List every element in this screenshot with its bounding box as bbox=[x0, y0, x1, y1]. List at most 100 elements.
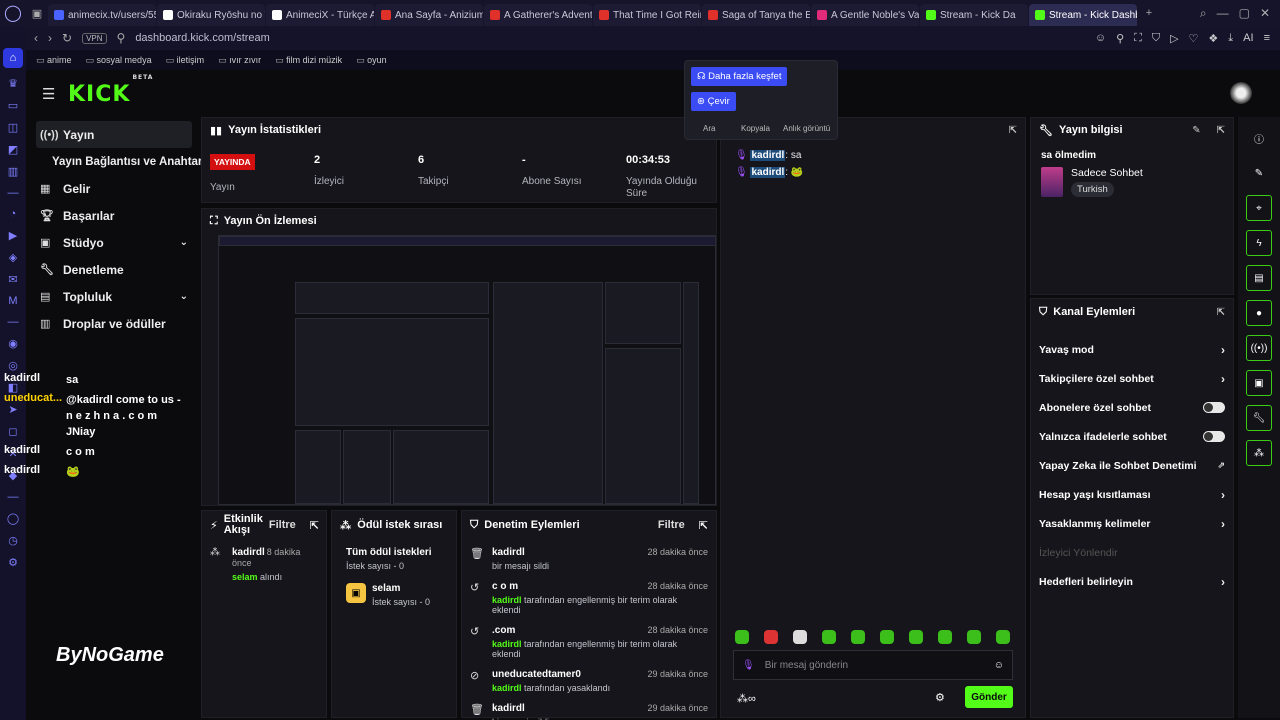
browser-tab[interactable]: A Gatherer's Adventu bbox=[484, 4, 592, 26]
channel-points-icon[interactable]: ⁂∞ bbox=[737, 692, 756, 705]
bookmark-folder[interactable]: oyun bbox=[356, 55, 387, 66]
nav-item-topluluk[interactable]: ▤ Topluluk ⌄ bbox=[36, 283, 192, 310]
all-rewards-link[interactable]: Tüm ödül istekleri bbox=[346, 547, 442, 558]
vpn-badge[interactable]: VPN bbox=[82, 32, 107, 44]
shield-icon[interactable]: ⛉ bbox=[1152, 32, 1160, 45]
search-option[interactable]: Ara bbox=[703, 124, 715, 133]
sidebar-crown-icon[interactable]: ♛ bbox=[8, 77, 18, 90]
browser-tab[interactable]: Okiraku Ryōshu no T bbox=[157, 4, 265, 26]
sidebar-settings-icon[interactable]: ⚙ bbox=[8, 556, 18, 569]
kick-logo[interactable]: KICKBETA bbox=[68, 74, 153, 107]
emoji-picker-icon[interactable]: ☺ bbox=[994, 660, 1004, 671]
pin-icon[interactable]: ⚲ bbox=[1116, 32, 1124, 45]
popout-icon[interactable]: ⇱ bbox=[699, 519, 708, 532]
nav-item-yayin[interactable]: ((•)) Yayın bbox=[36, 121, 192, 148]
chat-username[interactable]: kadirdl bbox=[750, 150, 786, 161]
chat-bubble-icon[interactable]: ● bbox=[1246, 300, 1272, 326]
nav-item-denetleme[interactable]: 🔧︎ Denetleme bbox=[36, 256, 192, 283]
filter-button[interactable]: Filtre bbox=[269, 519, 296, 531]
chat-message[interactable]: 🎙︎ kadirdl: sa bbox=[721, 150, 1025, 161]
heart-icon[interactable]: ♡ bbox=[1189, 32, 1199, 45]
sidebar-messenger-icon[interactable]: ◎ bbox=[8, 359, 18, 372]
moderation-row[interactable]: ⊘ uneducatedtamer0 29 dakika önce kadirdl t… bbox=[462, 669, 716, 693]
emote-icon[interactable] bbox=[996, 630, 1010, 644]
subs-only-toggle[interactable] bbox=[1203, 402, 1225, 413]
emote-icon[interactable] bbox=[764, 630, 778, 644]
info-icon[interactable]: ⓘ bbox=[1246, 125, 1272, 151]
chat-settings-icon[interactable]: ⚙ bbox=[935, 691, 945, 704]
stream-preview-video[interactable] bbox=[218, 235, 716, 505]
edit-icon[interactable]: ✎ bbox=[1246, 160, 1272, 186]
back-icon[interactable]: ‹ bbox=[34, 31, 38, 45]
banned-words-row[interactable]: Yasaklanmış kelimeler › bbox=[1031, 509, 1233, 538]
dots-icon[interactable]: ⁂ bbox=[1246, 440, 1272, 466]
hamburger-menu-icon[interactable]: ☰ bbox=[42, 85, 55, 103]
moderation-row[interactable]: ↺ c o m 28 dakika önce kadirdl tarafından e… bbox=[462, 581, 716, 615]
sidebar-video-icon[interactable]: ▶ bbox=[9, 229, 17, 242]
emote-icon[interactable] bbox=[909, 630, 923, 644]
filter-button[interactable]: Filtre bbox=[658, 519, 685, 531]
sidebar-game-icon[interactable]: ◫ bbox=[8, 121, 18, 134]
browser-tab[interactable]: Saga of Tanya the E bbox=[702, 4, 810, 26]
slow-mode-row[interactable]: Yavaş mod › bbox=[1031, 335, 1233, 364]
broadcast-icon[interactable]: ((•)) bbox=[1246, 335, 1272, 361]
bookmark-folder[interactable]: anime bbox=[36, 55, 72, 66]
sidebar-chat-icon[interactable]: ◯ bbox=[7, 512, 19, 525]
nav-item-gelir[interactable]: ▦ Gelir bbox=[36, 175, 192, 202]
sidebar-music-icon[interactable]: ◩ bbox=[8, 143, 18, 156]
emote-icon[interactable] bbox=[967, 630, 981, 644]
browser-tab[interactable]: AnimeciX - Türkçe Ar bbox=[266, 4, 374, 26]
sidebar-discord-icon[interactable]: ◉ bbox=[8, 337, 18, 350]
emote-icon[interactable] bbox=[735, 630, 749, 644]
browser-tab[interactable]: A Gentle Noble's Vac bbox=[811, 4, 919, 26]
ai-icon[interactable]: AI bbox=[1243, 32, 1253, 45]
forward-icon[interactable]: › bbox=[48, 31, 52, 45]
sidebar-mail-icon[interactable]: ✉ bbox=[8, 273, 17, 286]
ai-moderation-row[interactable]: Yapay Zeka ile Sohbet Denetimi ⇗ bbox=[1031, 451, 1233, 480]
bookmark-folder[interactable]: iletişim bbox=[166, 55, 205, 66]
edit-icon[interactable]: ✎ bbox=[1192, 125, 1200, 136]
moderation-row[interactable]: 🗑︎kadirdl29 dakika öncebir mesajı sildi bbox=[462, 703, 716, 720]
bookmark-folder[interactable]: sosyal medya bbox=[86, 55, 152, 66]
emote-icon[interactable] bbox=[793, 630, 807, 644]
popout-icon[interactable]: ⇱ bbox=[1217, 125, 1225, 136]
sidebar-m-icon[interactable]: M bbox=[8, 295, 17, 307]
opera-logo-icon[interactable]: ◯ bbox=[0, 0, 26, 26]
sidebar-ai-icon[interactable]: ◔ bbox=[10, 208, 17, 220]
layout-icon[interactable]: ▣ bbox=[1246, 370, 1272, 396]
followers-only-row[interactable]: Takipçilere özel sohbet › bbox=[1031, 364, 1233, 393]
avatar[interactable] bbox=[1230, 82, 1252, 104]
sidebar-social-icon[interactable]: ◈ bbox=[9, 251, 17, 264]
browser-tab[interactable]: Ana Sayfa - Anizium bbox=[375, 4, 483, 26]
emote-icon[interactable] bbox=[822, 630, 836, 644]
chat-message[interactable]: 🎙︎ kadirdl: 🐸 bbox=[721, 167, 1025, 178]
snapshot-option[interactable]: Anlık görüntü bbox=[783, 124, 830, 133]
send-button[interactable]: Gönder bbox=[965, 686, 1013, 708]
emoji-icon[interactable]: ☺ bbox=[1095, 32, 1106, 45]
popout-icon[interactable]: ⇱ bbox=[1009, 125, 1017, 136]
extensions-icon[interactable]: ❖ bbox=[1208, 32, 1218, 45]
browser-tab[interactable]: animecix.tv/users/55 bbox=[48, 4, 156, 26]
nav-item-yayin-baglantisi[interactable]: Yayın Bağlantısı ve Anahtarı bbox=[36, 148, 206, 175]
copy-option[interactable]: Kopyala bbox=[741, 124, 770, 133]
moderation-row[interactable]: 🗑︎ kadirdl 28 dakika önce bir mesajı sildi bbox=[462, 547, 716, 571]
activity-row[interactable]: ⁂ kadirdl 8 dakika önce selam alındı bbox=[202, 547, 326, 582]
search-tabs-icon[interactable]: ⌕ bbox=[1200, 6, 1207, 21]
nav-item-studyo[interactable]: ▣ Stüdyo ⌄ bbox=[36, 229, 192, 256]
snapshot-icon[interactable]: ⛶ bbox=[1134, 32, 1142, 45]
browser-tab[interactable]: Stream - Kick Da bbox=[920, 4, 1028, 26]
browser-tab[interactable]: That Time I Got Reinc bbox=[593, 4, 701, 26]
site-info-icon[interactable]: ⚲ bbox=[117, 31, 126, 45]
menu-icon[interactable]: ≡ bbox=[1264, 32, 1270, 45]
emote-icon[interactable] bbox=[851, 630, 865, 644]
bookmark-folder[interactable]: ıvır zıvır bbox=[218, 55, 261, 66]
nav-item-droplar[interactable]: ▥ Droplar ve ödüller bbox=[36, 310, 192, 337]
emote-icon[interactable] bbox=[938, 630, 952, 644]
notes-icon[interactable]: ▤ bbox=[1246, 265, 1272, 291]
sidebar-tv-icon[interactable]: ▭ bbox=[8, 99, 18, 112]
age-restriction-row[interactable]: Hesap yaşı kısıtlaması › bbox=[1031, 480, 1233, 509]
moderation-row[interactable]: ↺ .com 28 dakika önce kadirdl tarafından en… bbox=[462, 625, 716, 659]
maximize-icon[interactable]: ▢ bbox=[1239, 6, 1250, 21]
raid-icon[interactable]: ⌖ bbox=[1246, 195, 1272, 221]
popout-icon[interactable]: ⇱ bbox=[310, 519, 319, 532]
